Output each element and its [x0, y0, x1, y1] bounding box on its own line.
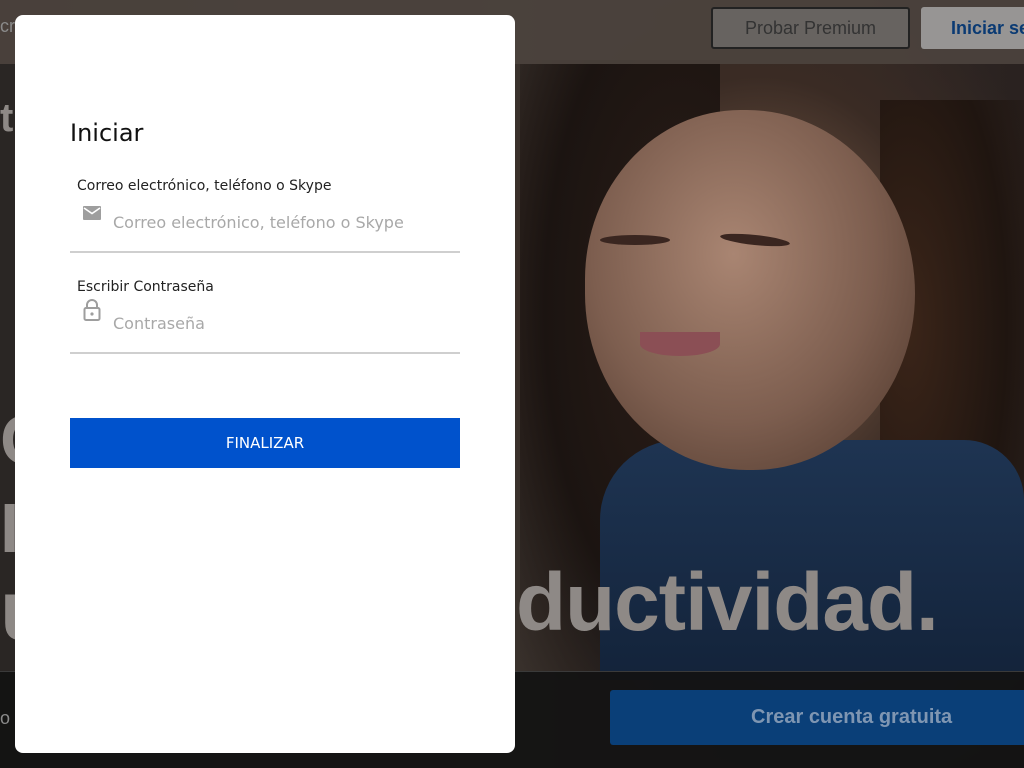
footer-left-text: o	[0, 708, 11, 728]
password-field-container	[70, 299, 460, 354]
modal-title: Iniciar	[70, 119, 144, 147]
try-premium-button: Probar Premium	[711, 7, 910, 49]
lock-icon	[82, 298, 102, 321]
sign-in-button: Iniciar se	[921, 7, 1024, 49]
email-field-label: Correo electrónico, teléfono o Skype	[77, 178, 332, 194]
create-free-account-button: Crear cuenta gratuita	[610, 690, 1024, 745]
hero-headline: ductividad.	[516, 557, 939, 648]
hero-photo-lips	[640, 332, 720, 356]
header-left-text: cr	[0, 16, 15, 36]
email-input[interactable]	[113, 209, 453, 235]
email-field-container	[70, 203, 460, 253]
hero-photo-face	[585, 110, 915, 470]
envelope-icon	[82, 203, 102, 223]
password-input[interactable]	[113, 310, 453, 336]
login-modal: Iniciar Correo electrónico, teléfono o S…	[15, 15, 515, 753]
finish-button[interactable]: FINALIZAR	[70, 418, 460, 468]
password-field-label: Escribir Contraseña	[77, 279, 214, 295]
hero-photo-eye-left	[600, 235, 670, 245]
